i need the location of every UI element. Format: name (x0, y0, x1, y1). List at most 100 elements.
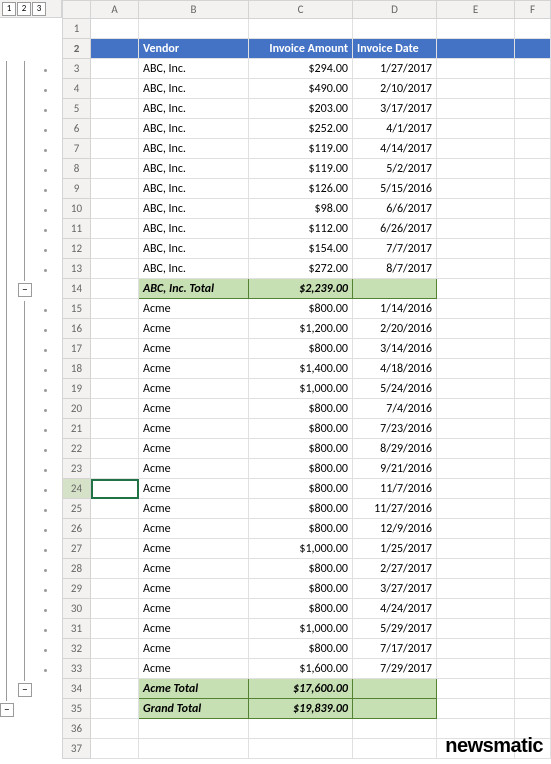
cell-vendor-18[interactable]: Acme (139, 359, 249, 379)
cell-E35[interactable] (437, 699, 515, 719)
cell-amount-21[interactable]: $800.00 (249, 419, 353, 439)
cell-A30[interactable] (91, 599, 139, 619)
cell-F31[interactable] (515, 619, 551, 639)
row-header-11[interactable]: 11 (63, 219, 91, 239)
header-date[interactable]: Invoice Date (353, 39, 437, 59)
cell-E13[interactable] (437, 259, 515, 279)
cell-E31[interactable] (437, 619, 515, 639)
cell-A5[interactable] (91, 99, 139, 119)
cell-blank-1-4[interactable] (437, 19, 515, 39)
outline-toggle-grand[interactable]: − (0, 703, 14, 717)
cell-amount-3[interactable]: $294.00 (249, 59, 353, 79)
cell-date-4[interactable]: 2/10/2017 (353, 79, 437, 99)
cell-F2[interactable] (515, 39, 551, 59)
cell-amount-24[interactable]: $800.00 (249, 479, 353, 499)
cell-E19[interactable] (437, 379, 515, 399)
row-header-18[interactable]: 18 (63, 359, 91, 379)
row-header-31[interactable]: 31 (63, 619, 91, 639)
cell-A6[interactable] (91, 119, 139, 139)
col-header-D[interactable]: D (353, 1, 437, 19)
cell-E20[interactable] (437, 399, 515, 419)
row-header-10[interactable]: 10 (63, 199, 91, 219)
col-header-F[interactable]: F (515, 1, 551, 19)
cell-A29[interactable] (91, 579, 139, 599)
cell-amount-32[interactable]: $800.00 (249, 639, 353, 659)
cell-F22[interactable] (515, 439, 551, 459)
cell-F25[interactable] (515, 499, 551, 519)
row-header-13[interactable]: 13 (63, 259, 91, 279)
cell-A22[interactable] (91, 439, 139, 459)
cell-vendor-6[interactable]: ABC, Inc. (139, 119, 249, 139)
cell-blank-1-0[interactable] (91, 19, 139, 39)
cell-vendor-8[interactable]: ABC, Inc. (139, 159, 249, 179)
cell-date-25[interactable]: 11/27/2016 (353, 499, 437, 519)
cell-date-23[interactable]: 9/21/2016 (353, 459, 437, 479)
cell-F8[interactable] (515, 159, 551, 179)
cell-blank-37-3[interactable] (353, 739, 437, 759)
cell-A11[interactable] (91, 219, 139, 239)
cell-date-16[interactable]: 2/20/2016 (353, 319, 437, 339)
row-header-32[interactable]: 32 (63, 639, 91, 659)
cell-E21[interactable] (437, 419, 515, 439)
cell-blank-36-1[interactable] (139, 719, 249, 739)
row-header-8[interactable]: 8 (63, 159, 91, 179)
cell-A33[interactable] (91, 659, 139, 679)
cell-vendor-3[interactable]: ABC, Inc. (139, 59, 249, 79)
cell-E32[interactable] (437, 639, 515, 659)
cell-amount-25[interactable]: $800.00 (249, 499, 353, 519)
cell-date-3[interactable]: 1/27/2017 (353, 59, 437, 79)
row-header-1[interactable]: 1 (63, 19, 91, 39)
cell-E10[interactable] (437, 199, 515, 219)
cell-F17[interactable] (515, 339, 551, 359)
cell-E25[interactable] (437, 499, 515, 519)
cell-F14[interactable] (515, 279, 551, 299)
cell-A9[interactable] (91, 179, 139, 199)
row-header-30[interactable]: 30 (63, 599, 91, 619)
cell-E7[interactable] (437, 139, 515, 159)
cell-date-31[interactable]: 5/29/2017 (353, 619, 437, 639)
cell-date-29[interactable]: 3/27/2017 (353, 579, 437, 599)
cell-vendor-27[interactable]: Acme (139, 539, 249, 559)
cell-amount-13[interactable]: $272.00 (249, 259, 353, 279)
cell-E9[interactable] (437, 179, 515, 199)
cell-amount-19[interactable]: $1,000.00 (249, 379, 353, 399)
cell-A2[interactable] (91, 39, 139, 59)
cell-vendor-31[interactable]: Acme (139, 619, 249, 639)
row-header-29[interactable]: 29 (63, 579, 91, 599)
cell-amount-12[interactable]: $154.00 (249, 239, 353, 259)
subtotal-vendor-34[interactable]: Acme Total (139, 679, 249, 699)
cell-amount-10[interactable]: $98.00 (249, 199, 353, 219)
cell-F19[interactable] (515, 379, 551, 399)
cell-F32[interactable] (515, 639, 551, 659)
cell-A17[interactable] (91, 339, 139, 359)
cell-A12[interactable] (91, 239, 139, 259)
cell-date-9[interactable]: 5/15/2016 (353, 179, 437, 199)
cell-amount-9[interactable]: $126.00 (249, 179, 353, 199)
cell-amount-29[interactable]: $800.00 (249, 579, 353, 599)
cell-date-5[interactable]: 3/17/2017 (353, 99, 437, 119)
cell-amount-5[interactable]: $203.00 (249, 99, 353, 119)
cell-vendor-25[interactable]: Acme (139, 499, 249, 519)
cell-F13[interactable] (515, 259, 551, 279)
cell-A4[interactable] (91, 79, 139, 99)
cell-vendor-19[interactable]: Acme (139, 379, 249, 399)
cell-amount-4[interactable]: $490.00 (249, 79, 353, 99)
cell-A15[interactable] (91, 299, 139, 319)
cell-date-32[interactable]: 7/17/2017 (353, 639, 437, 659)
cell-date-15[interactable]: 1/14/2016 (353, 299, 437, 319)
cell-F29[interactable] (515, 579, 551, 599)
row-header-6[interactable]: 6 (63, 119, 91, 139)
row-header-2[interactable]: 2 (63, 39, 91, 59)
cell-vendor-10[interactable]: ABC, Inc. (139, 199, 249, 219)
outline-level-2[interactable]: 2 (17, 2, 31, 16)
cell-F7[interactable] (515, 139, 551, 159)
grid[interactable]: A B C D E F 12VendorInvoice AmountInvoic… (62, 0, 551, 759)
row-header-3[interactable]: 3 (63, 59, 91, 79)
header-amount[interactable]: Invoice Amount (249, 39, 353, 59)
cell-amount-33[interactable]: $1,600.00 (249, 659, 353, 679)
cell-blank-36-3[interactable] (353, 719, 437, 739)
outline-toggle-group1[interactable]: − (18, 283, 32, 297)
cell-F11[interactable] (515, 219, 551, 239)
cell-vendor-16[interactable]: Acme (139, 319, 249, 339)
cell-F26[interactable] (515, 519, 551, 539)
